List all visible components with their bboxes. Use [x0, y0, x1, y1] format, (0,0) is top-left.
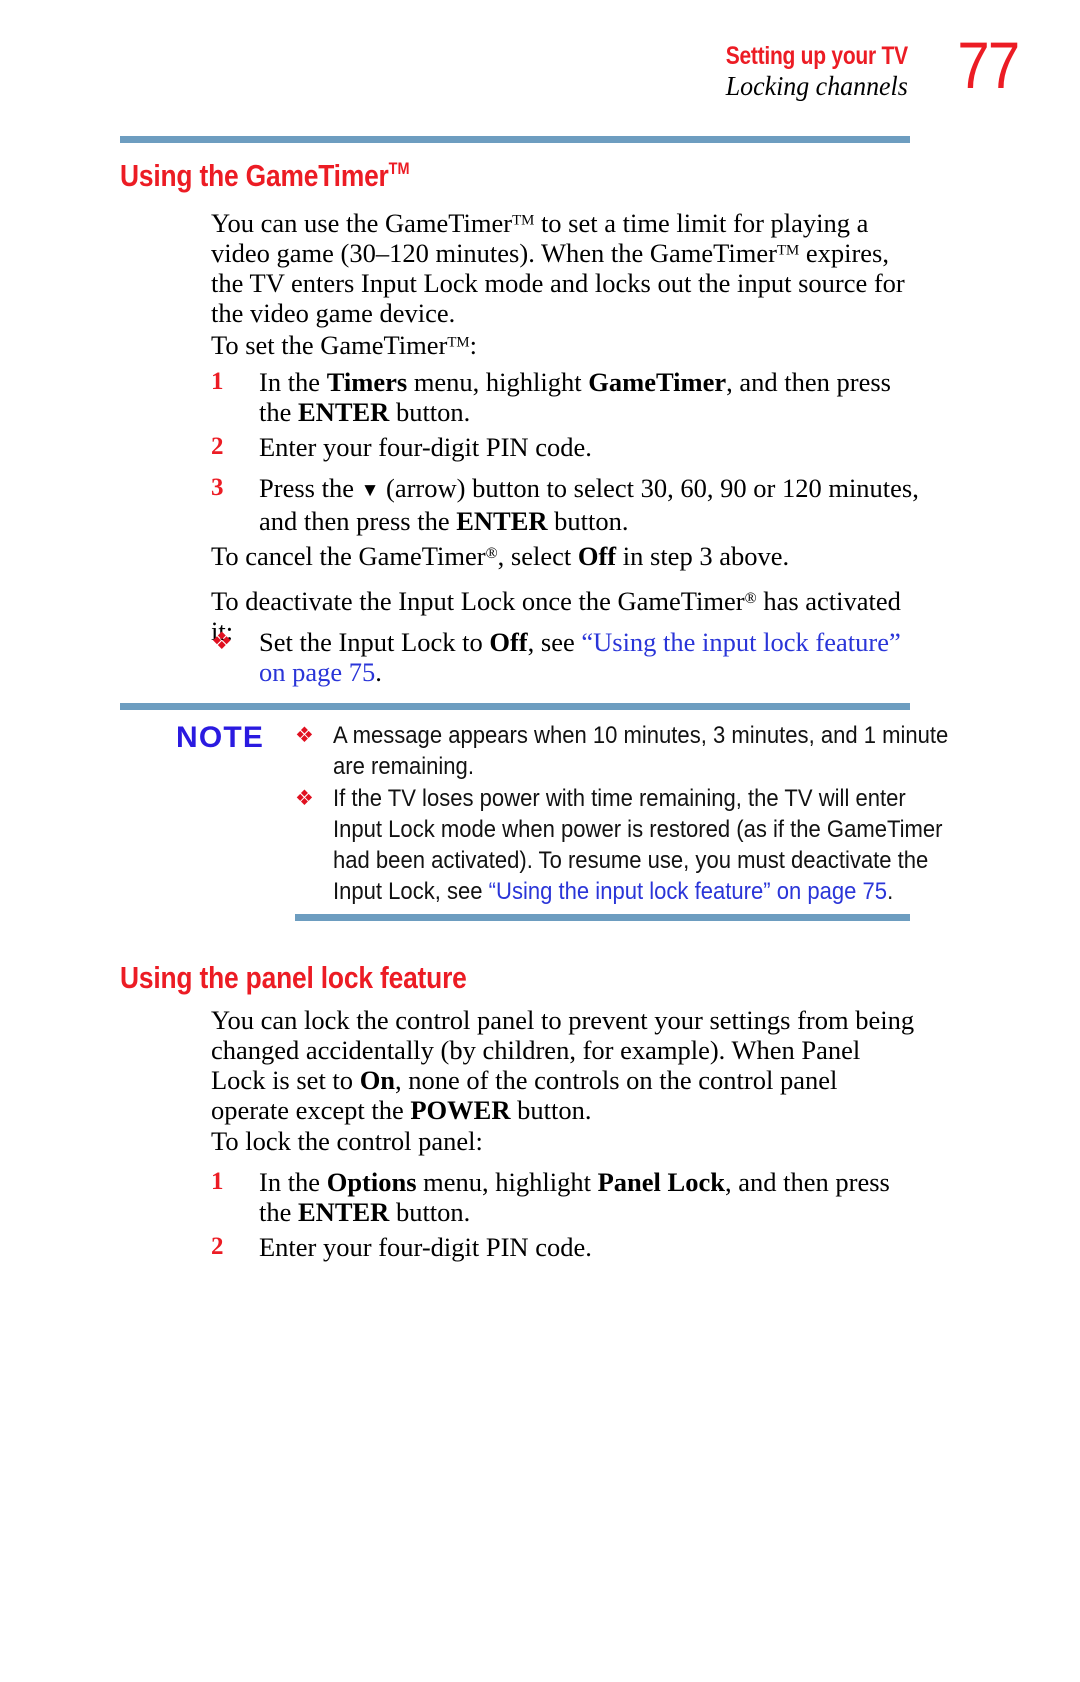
header-section-title: Setting up your TV	[725, 42, 908, 70]
step-number: 3	[211, 474, 224, 501]
step-text: In the Options menu, highlight Panel Loc…	[259, 1167, 890, 1227]
diamond-bullet-icon: ❖	[211, 629, 233, 655]
gametimer-intro-paragraph: You can use the GameTimerTM to set a tim…	[211, 208, 905, 328]
gametimer-step-2: 2 Enter your four-digit PIN code.	[211, 432, 911, 462]
header-text-block: Setting up your TV Locking channels	[691, 42, 908, 101]
step-number: 1	[211, 368, 224, 395]
step-number: 1	[211, 1168, 224, 1195]
panel-lock-step-2: 2 Enter your four-digit PIN code.	[211, 1232, 921, 1262]
note-bottom-rule	[295, 914, 910, 921]
diamond-bullet-icon: ❖	[295, 724, 314, 747]
page-number: 77	[956, 28, 1020, 102]
heading-text: Using the panel lock feature	[120, 960, 467, 995]
step-text: Press the ▼ (arrow) button to select 30,…	[259, 473, 919, 536]
gametimer-cancel-paragraph: To cancel the GameTimer®, select Off in …	[211, 541, 790, 571]
page-header: Setting up your TV Locking channels 77	[0, 32, 1080, 130]
step-number: 2	[211, 1233, 224, 1260]
panel-lock-intro-paragraph: You can lock the control panel to preven…	[211, 1005, 915, 1125]
heading-trademark-mark: TM	[388, 159, 410, 178]
gametimer-to-set-lead-in: To set the GameTimerTM:	[211, 330, 477, 360]
document-page: Setting up your TV Locking channels 77 U…	[0, 0, 1080, 1682]
header-rule	[120, 136, 910, 143]
panel-lock-to-lock-lead-in: To lock the control panel:	[211, 1126, 483, 1156]
step-number: 2	[211, 433, 224, 460]
diamond-bullet-icon: ❖	[295, 787, 314, 810]
step-text: Enter your four-digit PIN code.	[259, 432, 592, 462]
note-item-1: ❖ A message appears when 10 minutes, 3 m…	[295, 720, 948, 782]
note-text: If the TV loses power with time remainin…	[333, 785, 943, 905]
header-section-subtitle: Locking channels	[725, 70, 908, 101]
heading-using-the-gametimer: Using the GameTimerTM	[120, 158, 410, 194]
heading-text: Using the GameTimer	[120, 158, 389, 193]
gametimer-bullet-item: ❖ Set the Input Lock to Off, see “Using …	[211, 627, 921, 687]
note-text: A message appears when 10 minutes, 3 min…	[333, 722, 949, 780]
note-item-2: ❖ If the TV loses power with time remain…	[295, 783, 943, 907]
gametimer-step-3: 3 Press the ▼ (arrow) button to select 3…	[211, 473, 921, 536]
note-top-rule	[120, 703, 910, 710]
gametimer-step-1: 1 In the Timers menu, highlight GameTime…	[211, 367, 911, 427]
panel-lock-step-1: 1 In the Options menu, highlight Panel L…	[211, 1167, 921, 1227]
note-label: NOTE	[176, 721, 265, 754]
heading-using-the-panel-lock-feature: Using the panel lock feature	[120, 960, 467, 996]
bullet-text: Set the Input Lock to Off, see “Using th…	[259, 627, 901, 687]
step-text: In the Timers menu, highlight GameTimer,…	[259, 367, 891, 427]
step-text: Enter your four-digit PIN code.	[259, 1232, 592, 1262]
